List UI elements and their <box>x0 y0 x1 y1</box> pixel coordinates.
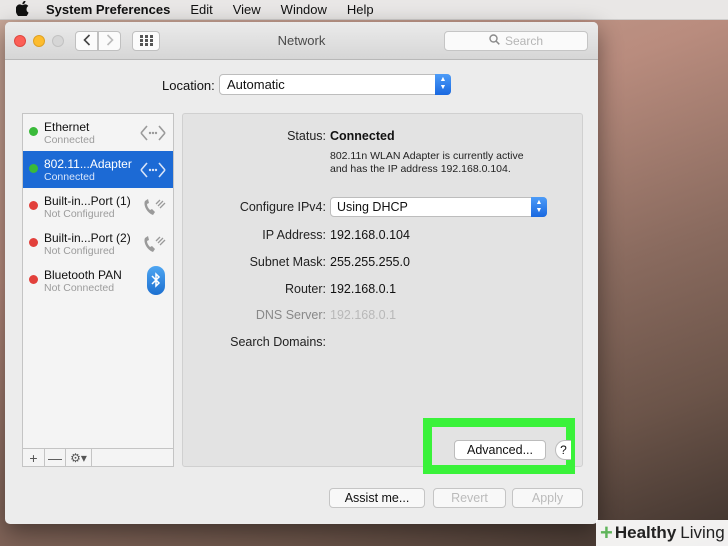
subnet-mask-label: Subnet Mask: <box>249 255 326 269</box>
menu-window[interactable]: Window <box>281 2 327 17</box>
ip-address-label: IP Address: <box>262 228 326 242</box>
apply-button[interactable]: Apply <box>512 488 583 508</box>
network-preferences-window: Network Search Location: Automatic ▲ ▼ Et… <box>5 22 598 524</box>
service-status: Not Configured <box>44 245 115 257</box>
menu-view[interactable]: View <box>233 2 261 17</box>
remove-service-button[interactable]: — <box>45 449 66 466</box>
status-dot-red <box>29 275 38 284</box>
menu-bar: System Preferences Edit View Window Help <box>0 0 728 20</box>
configure-ipv4-label: Configure IPv4: <box>239 200 326 214</box>
status-description-line-2: and has the IP address 192.168.0.104. <box>330 163 511 175</box>
title-bar: Network Search <box>5 22 598 60</box>
location-select[interactable]: Automatic ▲ ▼ <box>219 74 451 95</box>
location-label: Location: <box>162 78 215 93</box>
status-value: Connected <box>330 129 395 143</box>
search-field[interactable]: Search <box>444 31 588 51</box>
service-name: Built-in...Port (2) <box>44 231 131 245</box>
status-dot-red <box>29 238 38 247</box>
revert-button[interactable]: Revert <box>433 488 506 508</box>
subnet-mask-value: 255.255.255.0 <box>330 255 410 269</box>
service-name: Built-in...Port (1) <box>44 194 131 208</box>
service-name: 802.11...Adapter <box>44 157 132 171</box>
status-dot-green <box>29 127 38 136</box>
status-dot-green <box>29 164 38 173</box>
location-value: Automatic <box>227 77 285 92</box>
service-status: Connected <box>44 134 95 146</box>
updown-arrows-icon: ▲ ▼ <box>531 197 547 217</box>
status-label: Status: <box>287 129 326 143</box>
service-item-wlan-adapter[interactable]: 802.11...Adapter Connected <box>23 151 173 188</box>
service-item-ethernet[interactable]: Ethernet Connected <box>23 114 173 151</box>
service-status: Not Connected <box>44 282 115 294</box>
service-item-builtin-port-2[interactable]: Built-in...Port (2) Not Configured <box>23 225 173 262</box>
router-value: 192.168.0.1 <box>330 282 397 296</box>
configure-ipv4-select[interactable]: Using DHCP ▲ ▼ <box>330 197 547 217</box>
detail-pane: Status: Connected 802.11n WLAN Adapter i… <box>182 113 583 467</box>
service-status: Not Configured <box>44 208 115 220</box>
dns-server-value: 192.168.0.1 <box>330 308 397 322</box>
menu-help[interactable]: Help <box>347 2 374 17</box>
bluetooth-icon <box>147 266 165 295</box>
router-label: Router: <box>285 282 326 296</box>
watermark-word-1: Healthy <box>614 523 677 542</box>
assist-me-button[interactable]: Assist me... <box>329 488 425 508</box>
search-icon <box>489 34 500 48</box>
phone-modem-icon <box>139 195 167 219</box>
service-list: Ethernet Connected 802.11...Adapter Conn… <box>22 113 174 449</box>
watermark-logo: + Healthy Living <box>596 520 728 546</box>
plus-icon: + <box>600 520 613 545</box>
service-name: Ethernet <box>44 120 90 134</box>
ethernet-arrows-icon <box>139 121 167 145</box>
updown-arrows-icon: ▲ ▼ <box>435 74 451 95</box>
status-description-line-1: 802.11n WLAN Adapter is currently active <box>330 150 524 162</box>
search-placeholder: Search <box>504 34 544 48</box>
menu-system-preferences[interactable]: System Preferences <box>46 2 170 17</box>
service-name: Bluetooth PAN <box>44 268 122 282</box>
status-dot-red <box>29 201 38 210</box>
dns-server-label: DNS Server: <box>255 308 326 322</box>
apple-icon[interactable] <box>15 0 32 19</box>
ethernet-arrows-icon <box>139 158 167 182</box>
service-item-builtin-port-1[interactable]: Built-in...Port (1) Not Configured <box>23 188 173 225</box>
advanced-button[interactable]: Advanced... <box>454 440 546 460</box>
menu-edit[interactable]: Edit <box>190 2 212 17</box>
ip-address-value: 192.168.0.104 <box>330 228 410 242</box>
add-service-button[interactable]: + <box>23 449 45 466</box>
service-status: Connected <box>44 171 95 183</box>
search-domains-label: Search Domains: <box>230 335 326 349</box>
phone-modem-icon <box>139 232 167 256</box>
service-item-bluetooth-pan[interactable]: Bluetooth PAN Not Connected <box>23 262 173 299</box>
watermark-word-2: Living <box>680 523 725 542</box>
service-list-toolbar: + — ⚙▾ <box>22 449 174 467</box>
gear-menu-button[interactable]: ⚙▾ <box>66 449 92 466</box>
configure-ipv4-value: Using DHCP <box>337 200 408 214</box>
help-button[interactable]: ? <box>555 440 571 460</box>
